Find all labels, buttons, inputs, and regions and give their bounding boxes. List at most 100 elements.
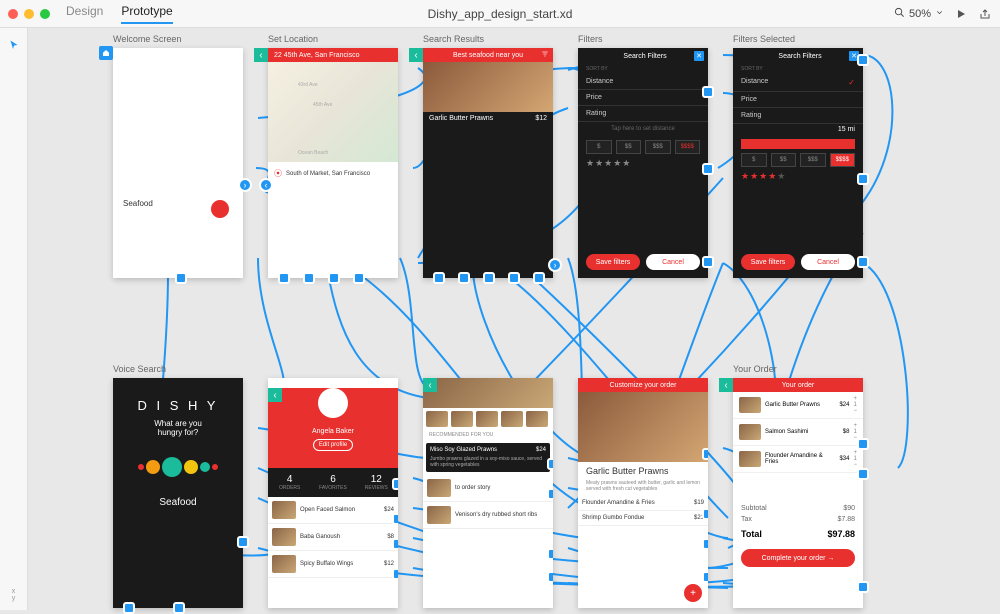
list-item[interactable]: Spicy Buffalo Wings$12	[268, 551, 398, 578]
price-1[interactable]: $	[741, 153, 767, 167]
result-row[interactable]: Garlic Butter Prawns $12	[423, 112, 553, 125]
stat-orders[interactable]: 4ORDERS	[268, 468, 311, 497]
wire-handle[interactable]	[547, 488, 553, 500]
wire-handle[interactable]	[547, 571, 553, 583]
wire-handle[interactable]	[857, 256, 869, 268]
distance-placeholder[interactable]: Tap here to set distance	[578, 122, 708, 136]
filter-icon[interactable]	[541, 50, 549, 60]
back-button[interactable]: ‹	[409, 48, 423, 62]
price-4[interactable]: $$$$	[675, 140, 701, 154]
list-item[interactable]: to order story	[423, 475, 553, 502]
wire-handle[interactable]	[353, 272, 365, 284]
zoom-control[interactable]: 50%	[894, 7, 944, 21]
featured-card[interactable]: Miso Soy Glazed Prawns$24 Jumbo prawns g…	[426, 443, 550, 472]
list-item[interactable]: Open Faced Salmon$24	[268, 497, 398, 524]
back-button[interactable]: ‹	[719, 378, 733, 392]
add-button[interactable]: +	[684, 584, 702, 602]
cancel-button[interactable]: Cancel	[801, 254, 855, 270]
wire-handle[interactable]	[702, 508, 708, 520]
list-item[interactable]: Baba Ganoush$8	[268, 524, 398, 551]
wire-handle[interactable]	[508, 272, 520, 284]
price-2[interactable]: $$	[771, 153, 797, 167]
wire-handle[interactable]	[857, 581, 869, 593]
stat-favorites[interactable]: 6FAVORITES	[311, 468, 354, 497]
artboard-my-stuff[interactable]: My Stuff ‹ Angela Baker Edit profile 4OR…	[268, 378, 398, 608]
back-button[interactable]: ‹	[423, 378, 437, 392]
wire-handle[interactable]	[303, 272, 315, 284]
wire-handle[interactable]	[175, 272, 187, 284]
wire-handle[interactable]	[123, 602, 135, 614]
close-window-button[interactable]	[8, 9, 18, 19]
wire-handle[interactable]	[547, 458, 553, 470]
mic-button[interactable]	[211, 200, 229, 218]
qty-stepper[interactable]: +1−	[853, 423, 857, 441]
wire-handle[interactable]	[857, 54, 869, 66]
home-badge-icon[interactable]	[99, 46, 113, 60]
location-bar[interactable]: ‹ 22 45th Ave, San Francisco	[268, 48, 398, 62]
tab-design[interactable]: Design	[66, 4, 103, 24]
price-4[interactable]: $$$$	[830, 153, 856, 167]
save-filters-button[interactable]: Save filters	[586, 254, 640, 270]
wire-handle[interactable]: ›	[548, 258, 562, 272]
wire-handle[interactable]	[483, 272, 495, 284]
price-2[interactable]: $$	[616, 140, 642, 154]
price-3[interactable]: $$$	[645, 140, 671, 154]
filter-rating[interactable]: Rating	[733, 108, 863, 124]
wire-handle[interactable]: ›	[238, 178, 252, 192]
wire-handle[interactable]	[173, 602, 185, 614]
rating-stars[interactable]: ★★★★★	[586, 158, 700, 169]
order-item[interactable]: Salmon Sashimi$8+1−	[733, 419, 863, 446]
distance-slider[interactable]	[741, 139, 855, 149]
artboard-search-results[interactable]: Search Results ‹ Best seafood near you G…	[423, 48, 553, 278]
filter-price[interactable]: Price	[733, 92, 863, 108]
back-button[interactable]: ‹	[254, 48, 268, 62]
avatar[interactable]	[318, 388, 348, 418]
wire-handle[interactable]	[278, 272, 290, 284]
wire-handle[interactable]	[702, 256, 714, 268]
price-3[interactable]: $$$	[800, 153, 826, 167]
result-image[interactable]	[423, 62, 553, 112]
wire-handle[interactable]	[702, 163, 714, 175]
wire-handle[interactable]	[392, 538, 398, 550]
qty-stepper[interactable]: +1−	[853, 396, 857, 414]
close-icon[interactable]: ✕	[694, 51, 704, 61]
artboard-your-order[interactable]: Your Order ‹ Your order Garlic Butter Pr…	[733, 378, 863, 608]
list-item[interactable]: Shrimp Gumbo Fondue$21	[578, 511, 708, 526]
wire-handle[interactable]	[328, 272, 340, 284]
wire-handle[interactable]	[458, 272, 470, 284]
wire-handle[interactable]	[392, 568, 398, 580]
rating-stars[interactable]: ★★★★★	[741, 171, 855, 182]
edit-profile-button[interactable]: Edit profile	[313, 439, 353, 451]
list-item[interactable]: Venison's dry rubbed short ribs	[423, 502, 553, 529]
artboard-filters-selected[interactable]: Filters Selected Search Filters ✕ SORT B…	[733, 48, 863, 278]
thumbnail-row[interactable]	[423, 408, 553, 430]
cancel-button[interactable]: Cancel	[646, 254, 700, 270]
artboard-customize-order[interactable]: Customize Order ‹ Customize your order G…	[578, 378, 708, 608]
minimize-window-button[interactable]	[24, 9, 34, 19]
play-button[interactable]	[954, 7, 968, 21]
wire-handle[interactable]: ‹	[259, 178, 273, 192]
save-filters-button[interactable]: Save filters	[741, 254, 795, 270]
wire-handle[interactable]	[702, 571, 708, 583]
order-item[interactable]: Garlic Butter Prawns$24+1−	[733, 392, 863, 419]
wire-handle[interactable]	[392, 513, 398, 525]
price-1[interactable]: $	[586, 140, 612, 154]
wire-handle[interactable]	[857, 438, 869, 450]
artboard-tastebuds[interactable]: TasteBuds ‹ RECOMMENDED FOR YOU Miso Soy…	[423, 378, 553, 608]
wire-handle[interactable]	[857, 173, 869, 185]
filter-price[interactable]: Price	[578, 90, 708, 106]
wire-handle[interactable]	[237, 536, 249, 548]
artboard-welcome[interactable]: Welcome Screen Seafood ›	[113, 48, 243, 278]
prototype-canvas[interactable]: Welcome Screen Seafood › Set Location ‹ …	[28, 28, 1000, 610]
wire-handle[interactable]	[702, 538, 708, 550]
share-button[interactable]	[978, 7, 992, 21]
order-item[interactable]: Flounder Amandine & Fries$34+1−	[733, 446, 863, 473]
wire-handle[interactable]	[433, 272, 445, 284]
zoom-window-button[interactable]	[40, 9, 50, 19]
wire-handle[interactable]	[392, 478, 398, 490]
filter-distance[interactable]: Distance✓	[733, 74, 863, 92]
artboard-set-location[interactable]: Set Location ‹ 22 45th Ave, San Francisc…	[268, 48, 398, 278]
map-view[interactable]: 43rd Ave 45th Ave Ocean Beach	[268, 62, 398, 162]
filter-rating[interactable]: Rating	[578, 106, 708, 122]
wire-handle[interactable]	[533, 272, 545, 284]
